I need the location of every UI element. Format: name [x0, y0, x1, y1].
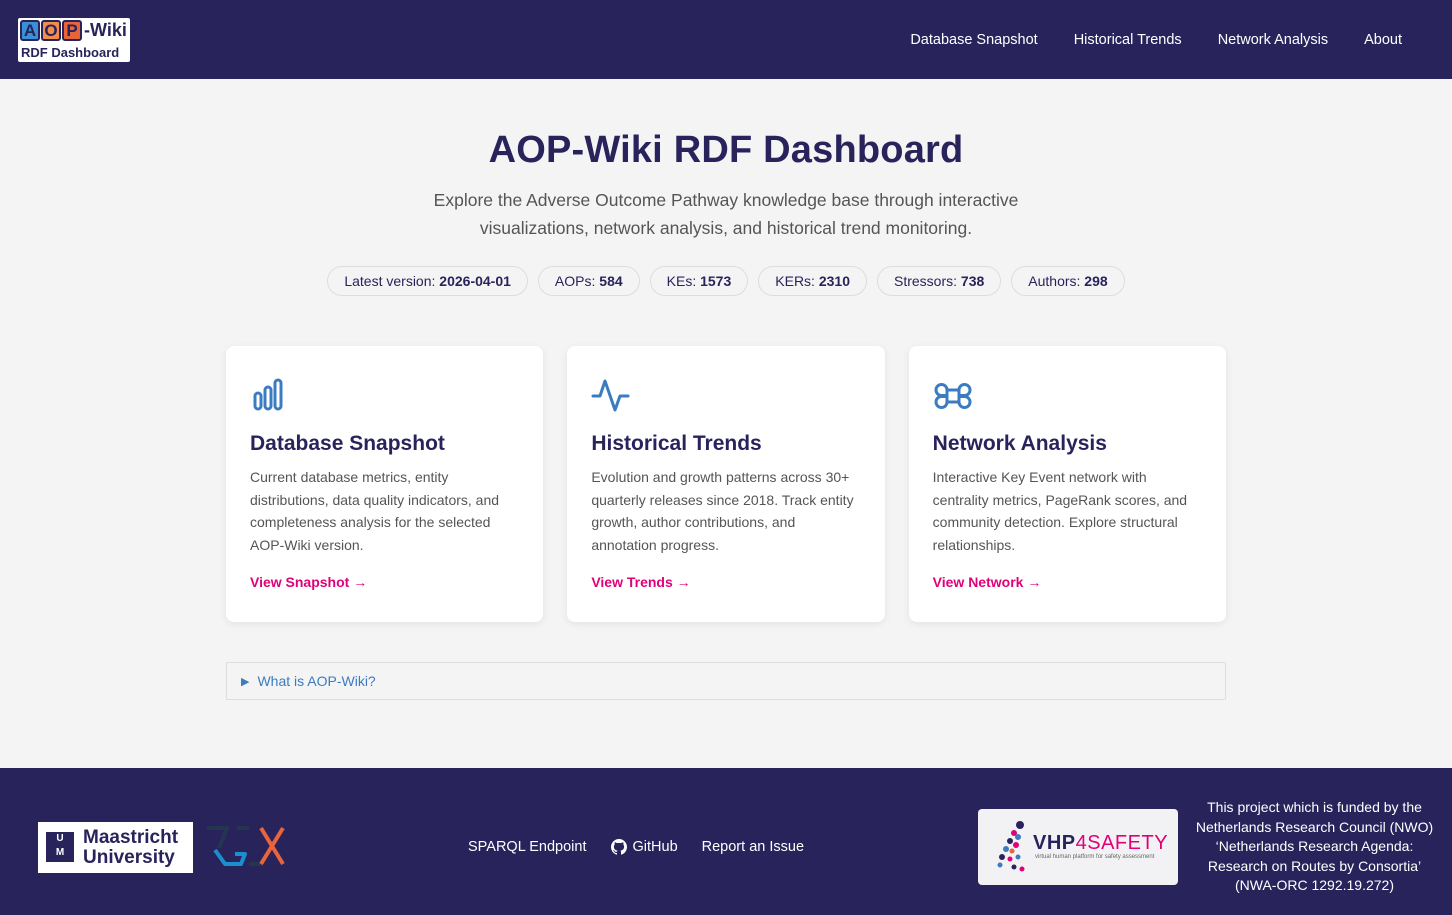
hero-section: AOP-Wiki RDF Dashboard Explore the Adver…: [0, 79, 1452, 296]
sparql-endpoint-link[interactable]: SPARQL Endpoint: [468, 839, 587, 855]
stat-value: 584: [599, 273, 623, 289]
stats-pills: Latest version: 2026-04-01 AOPs: 584 KEs…: [0, 266, 1452, 296]
card-description: Interactive Key Event network with centr…: [932, 469, 1188, 553]
card-network-analysis[interactable]: Network Analysis Interactive Key Event n…: [908, 346, 1226, 622]
vhp4safety-logo[interactable]: VHP4SAFETY virtual human platform for sa…: [978, 809, 1178, 885]
footer-links: SPARQL Endpoint GitHub Report an Issue: [468, 839, 804, 855]
maastricht-university-logo[interactable]: UM Maastricht University: [38, 822, 193, 873]
stat-pill-authors: Authors: 298: [1011, 266, 1125, 296]
stat-label: KERs:: [775, 273, 815, 289]
vhp-logo-title: VHP4SAFETY: [1033, 832, 1168, 855]
card-database-snapshot[interactable]: Database Snapshot Current database metri…: [226, 346, 544, 622]
vhp-logo-rest: 4SAFETY: [1075, 832, 1169, 854]
github-label: GitHub: [632, 839, 678, 855]
report-issue-link[interactable]: Report an Issue: [702, 839, 804, 855]
bar-chart-icon: [250, 376, 519, 416]
tgx-logo[interactable]: [205, 824, 285, 875]
stat-pill-kers: KERs: 2310: [758, 266, 867, 296]
page-title: AOP-Wiki RDF Dashboard: [488, 129, 964, 171]
stat-pill-version: Latest version: 2026-04-01: [327, 266, 528, 296]
card-description: Evolution and growth patterns across 30+…: [591, 469, 854, 553]
vhp-logo-tagline: virtual human platform for safety assess…: [1035, 854, 1155, 860]
vhp-logo-bold: VHP: [1033, 832, 1076, 854]
top-navbar: A O P -Wiki RDF Dashboard Database Snaps…: [0, 0, 1452, 79]
disclosure-summary: What is AOP-Wiki?: [257, 673, 376, 689]
what-is-aop-wiki-disclosure[interactable]: ▶ What is AOP-Wiki?: [226, 662, 1226, 700]
nav-about[interactable]: About: [1364, 32, 1402, 48]
card-title: Database Snapshot: [250, 432, 445, 455]
vhp-figure-icon: [997, 821, 1025, 872]
nav-network-analysis[interactable]: Network Analysis: [1218, 32, 1328, 48]
funding-statement: This project which is funded by the Neth…: [1195, 799, 1434, 893]
stat-value: 738: [960, 273, 985, 289]
feature-cards: Database Snapshot Current database metri…: [226, 346, 1226, 622]
stat-pill-stressors: Stressors: 738: [877, 266, 1002, 296]
stat-label: Authors:: [1028, 273, 1081, 289]
stat-value: 1573: [700, 273, 732, 289]
logo-letter-o: O: [41, 19, 61, 41]
nav-historical-trends[interactable]: Historical Trends: [1074, 32, 1182, 48]
logo-letters: A O P -Wiki: [20, 19, 127, 41]
page-description: Explore the Adverse Outcome Pathway know…: [433, 190, 1019, 238]
stat-value: 298: [1084, 273, 1108, 289]
page-footer: UM Maastricht University SPARQL Endpoint …: [0, 768, 1452, 915]
network-icon: [933, 376, 1202, 416]
github-link[interactable]: GitHub: [610, 839, 678, 855]
um-mark-icon: UM: [46, 832, 74, 862]
logo-wiki-text: -Wiki: [84, 19, 127, 40]
github-icon: [610, 839, 627, 855]
stat-label: AOPs:: [554, 273, 596, 289]
stat-label: Stressors:: [894, 273, 958, 289]
card-title: Network Analysis: [932, 432, 1107, 455]
stat-value: 2026-04-01: [439, 273, 511, 289]
card-historical-trends[interactable]: Historical Trends Evolution and growth p…: [567, 346, 885, 622]
nav-database-snapshot[interactable]: Database Snapshot: [910, 32, 1037, 48]
um-logo-text: Maastricht University: [83, 827, 179, 868]
card-title: Historical Trends: [591, 432, 762, 455]
stat-label: Latest version:: [344, 273, 436, 289]
stat-label: KEs:: [666, 273, 697, 289]
stat-value: 2310: [818, 273, 850, 289]
stat-pill-kes: KEs: 1573: [649, 266, 749, 296]
main-nav: Database Snapshot Historical Trends Netw…: [910, 32, 1434, 48]
aop-wiki-logo[interactable]: A O P -Wiki RDF Dashboard: [18, 17, 130, 62]
disclosure-triangle-icon: ▶: [241, 675, 250, 688]
logo-letter-p: P: [62, 19, 82, 41]
stat-pill-aops: AOPs: 584: [537, 266, 640, 296]
view-snapshot-link[interactable]: View Snapshot →: [250, 574, 519, 590]
logo-subtitle: RDF Dashboard: [21, 44, 120, 60]
view-trends-link[interactable]: View Trends →: [591, 574, 860, 590]
card-description: Current database metrics, entity distrib…: [250, 469, 500, 553]
activity-icon: [591, 376, 860, 416]
view-network-link[interactable]: View Network →: [933, 574, 1202, 590]
logo-letter-a: A: [20, 19, 40, 41]
